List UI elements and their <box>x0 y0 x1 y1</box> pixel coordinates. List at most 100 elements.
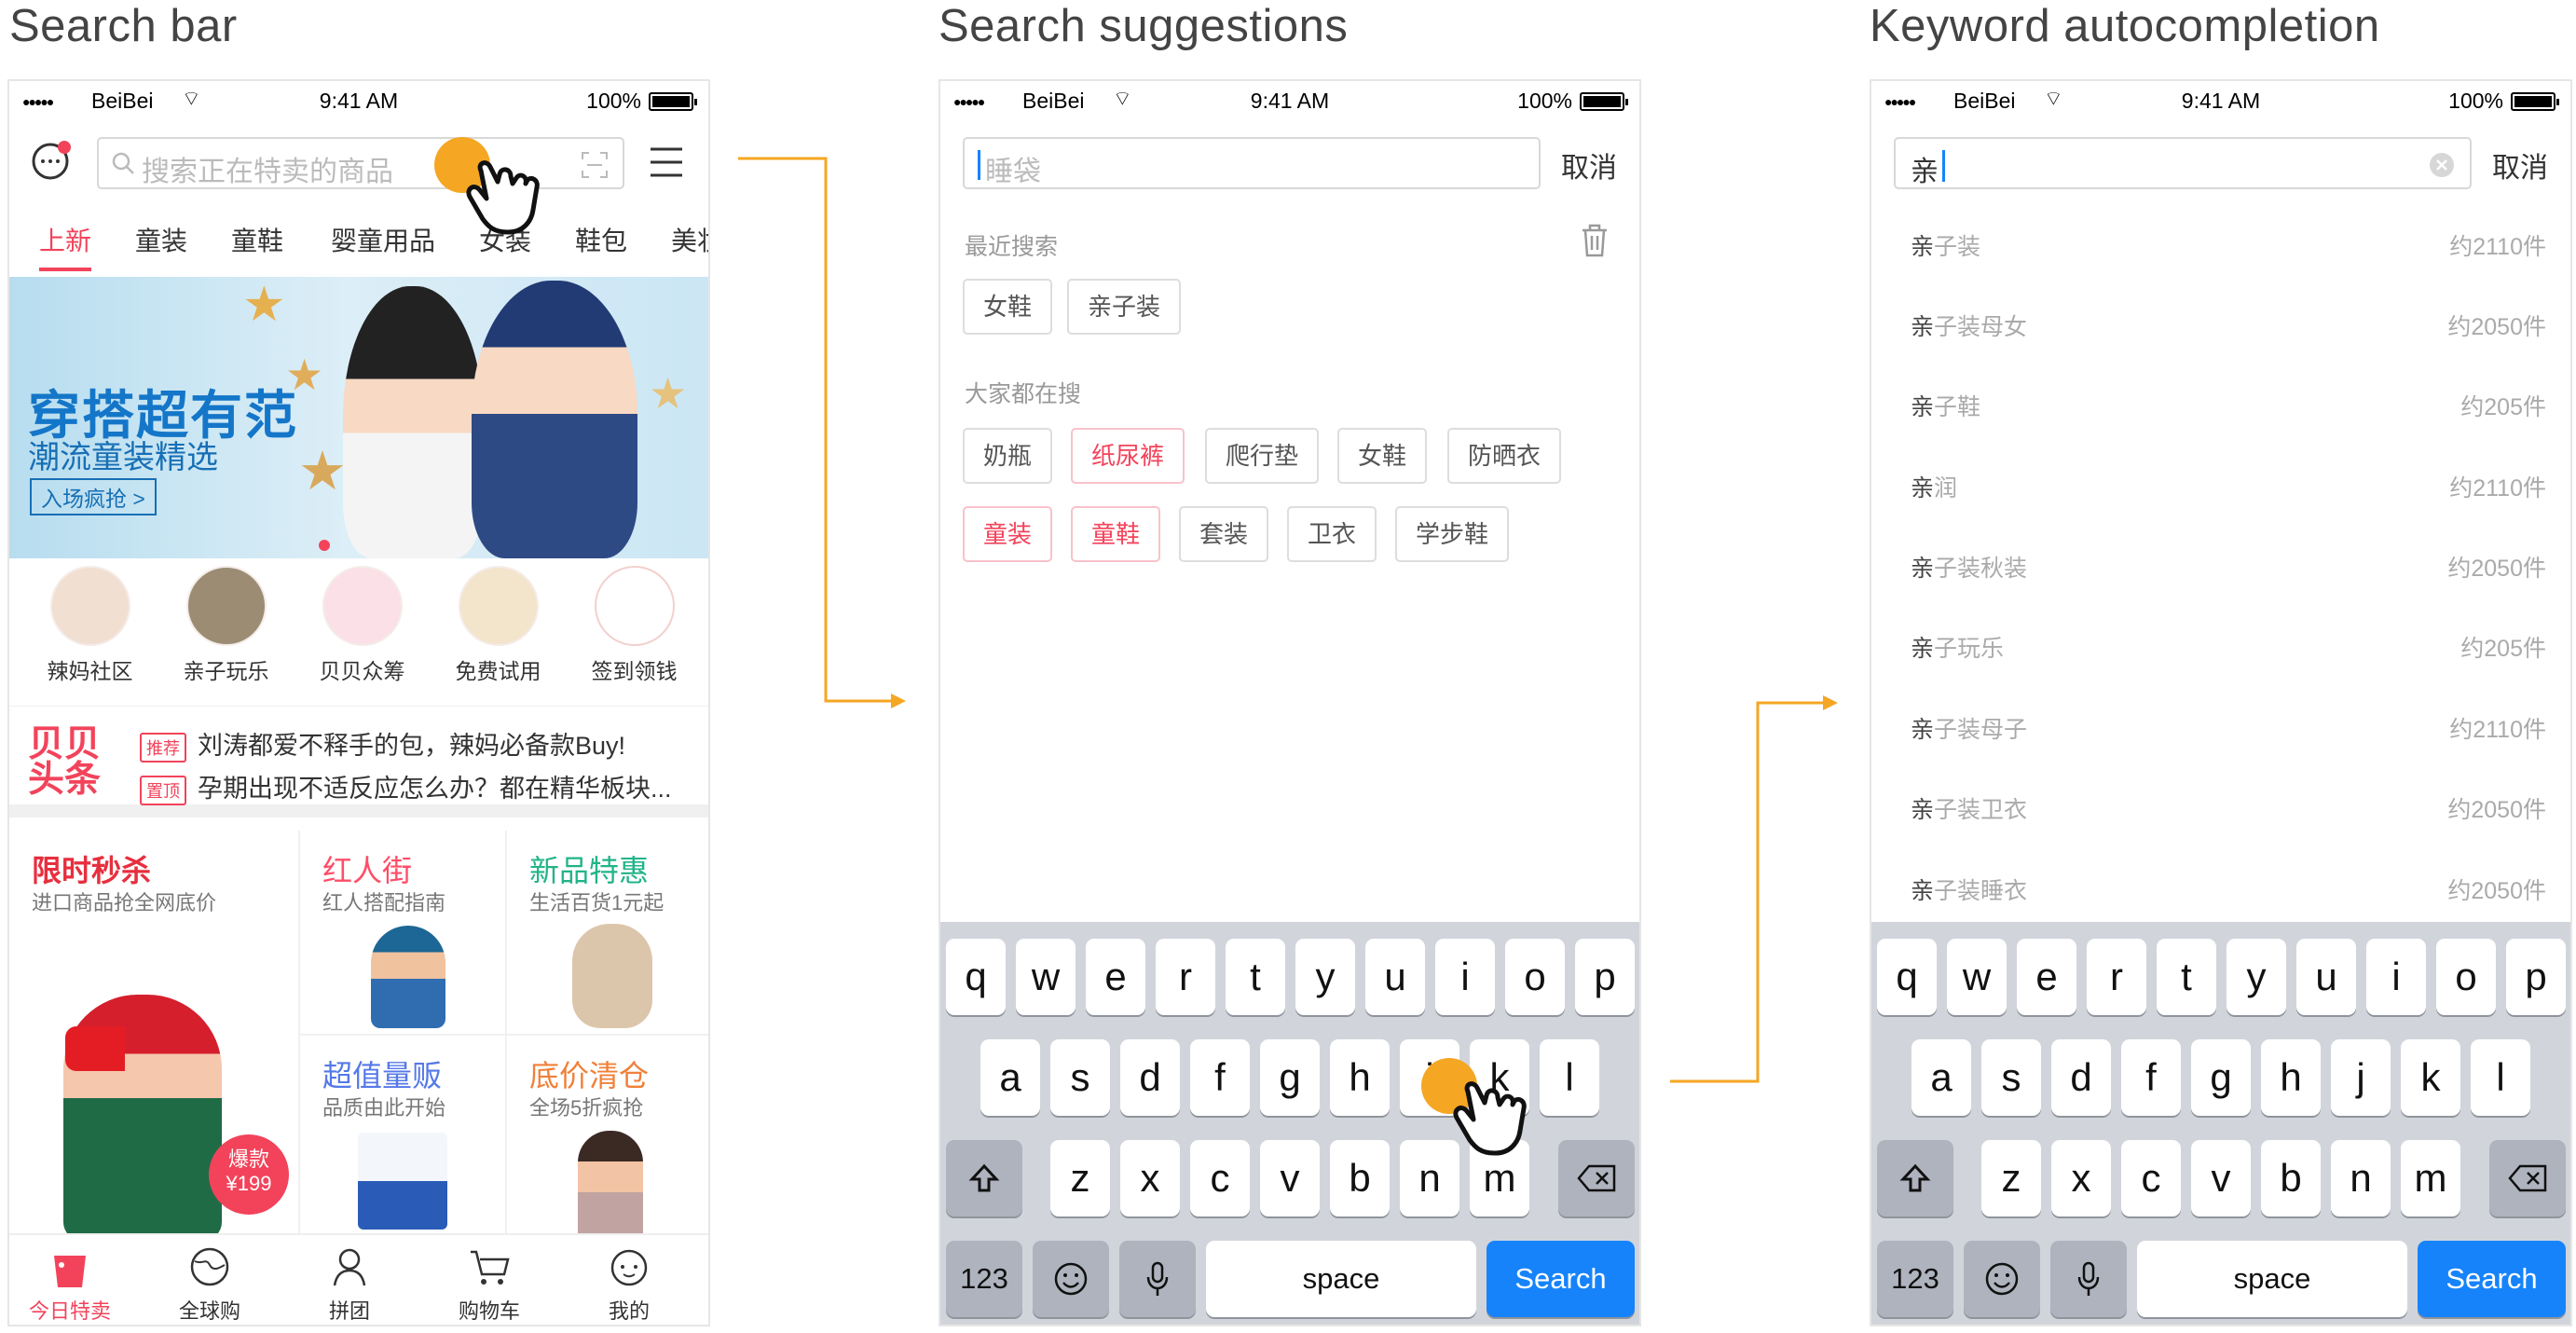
key-f[interactable]: f <box>2121 1039 2181 1116</box>
key-e[interactable]: e <box>2017 939 2076 1015</box>
key-y[interactable]: y <box>1295 939 1355 1015</box>
space-key[interactable]: space <box>1206 1241 1476 1317</box>
nav-today-sale[interactable]: 今日特卖 <box>9 1244 140 1325</box>
tab-kids-shoes[interactable]: 童鞋 <box>231 221 283 258</box>
popular-search-chip[interactable]: 爬行垫 <box>1205 428 1320 484</box>
category-crowdfunding[interactable]: 贝贝众筹 <box>295 566 430 685</box>
tab-beauty[interactable]: 美妆 <box>671 221 708 258</box>
key-n[interactable]: n <box>2331 1140 2391 1216</box>
banner-cta[interactable]: 入场疯抢 > <box>30 478 157 515</box>
key-m[interactable]: m <box>2401 1140 2460 1216</box>
key-t[interactable]: t <box>1226 939 1285 1015</box>
cancel-button[interactable]: 取消 <box>1561 144 1617 186</box>
key-q[interactable]: q <box>1877 939 1937 1015</box>
promo-new-deals[interactable]: 新品特惠 生活百货1元起 <box>507 831 708 1036</box>
number-key[interactable]: 123 <box>946 1241 1022 1317</box>
key-e[interactable]: e <box>1086 939 1145 1015</box>
key-a[interactable]: a <box>980 1039 1040 1116</box>
search-key[interactable]: Search <box>2418 1241 2566 1317</box>
key-q[interactable]: q <box>946 939 1006 1015</box>
key-v[interactable]: v <box>1260 1140 1320 1216</box>
promo-banner[interactable]: 穿搭超有范 潮流童装精选 入场疯抢 > ★ ★ ★ ★ <box>9 277 708 558</box>
scan-icon[interactable] <box>580 150 610 180</box>
promo-bulk-value[interactable]: 超值量贩 品质由此开始 <box>300 1036 507 1241</box>
space-key[interactable]: space <box>2137 1241 2407 1317</box>
key-i[interactable]: i <box>2366 939 2426 1015</box>
news-ticker[interactable]: 贝贝头条 推荐 刘涛都爱不释手的包，辣妈必备款Buy! 置顶 孕期出现不适反应怎么办… <box>9 706 708 818</box>
mic-key[interactable] <box>2050 1241 2127 1317</box>
key-p[interactable]: p <box>1575 939 1635 1015</box>
key-s[interactable]: s <box>1981 1039 2041 1116</box>
key-g[interactable]: g <box>2191 1039 2251 1116</box>
category-checkin-reward[interactable]: 签到领钱 <box>567 566 702 685</box>
key-v[interactable]: v <box>2191 1140 2251 1216</box>
nav-profile[interactable]: 我的 <box>559 1244 699 1325</box>
key-g[interactable]: g <box>1260 1039 1320 1116</box>
clear-icon[interactable] <box>2429 152 2455 178</box>
nav-group-buy[interactable]: 拼团 <box>280 1244 419 1325</box>
key-p[interactable]: p <box>2506 939 2566 1015</box>
nav-global-shop[interactable]: 全球购 <box>140 1244 280 1325</box>
news-item[interactable]: 推荐 刘涛都爱不释手的包，辣妈必备款Buy! <box>140 725 625 763</box>
key-x[interactable]: x <box>1120 1140 1180 1216</box>
autocomplete-item[interactable]: 亲子玩乐 约205件 <box>1871 604 2570 684</box>
autocomplete-item[interactable]: 亲子鞋 约205件 <box>1871 363 2570 443</box>
key-x[interactable]: x <box>2051 1140 2111 1216</box>
key-u[interactable]: u <box>2296 939 2356 1015</box>
mic-key[interactable] <box>1119 1241 1196 1317</box>
category-free-trial[interactable]: 免费试用 <box>431 566 566 685</box>
cancel-button[interactable]: 取消 <box>2492 144 2548 186</box>
autocomplete-item[interactable]: 亲子装 约2110件 <box>1871 202 2570 282</box>
tab-baby-products[interactable]: 婴童用品 <box>331 221 435 258</box>
popular-search-chip[interactable]: 奶瓶 <box>963 428 1053 484</box>
nav-cart[interactable]: 购物车 <box>419 1244 559 1325</box>
autocomplete-item[interactable]: 亲润 约2110件 <box>1871 444 2570 524</box>
key-h[interactable]: h <box>1330 1039 1390 1116</box>
recent-search-chip[interactable]: 亲子装 <box>1067 279 1182 335</box>
promo-flash-sale[interactable]: 限时秒杀 进口商品抢全网底价 爆款 ¥199 <box>9 831 300 1241</box>
autocomplete-item[interactable]: 亲子装母子 约2110件 <box>1871 685 2570 765</box>
popular-search-chip[interactable]: 纸尿裤 <box>1071 428 1185 484</box>
popular-search-chip[interactable]: 卫衣 <box>1287 506 1377 562</box>
shift-key[interactable] <box>1877 1140 1953 1216</box>
shift-key[interactable] <box>946 1140 1022 1216</box>
key-r[interactable]: r <box>1156 939 1215 1015</box>
key-l[interactable]: l <box>1540 1039 1599 1116</box>
message-icon[interactable] <box>30 141 71 182</box>
key-c[interactable]: c <box>2121 1140 2181 1216</box>
emoji-key[interactable] <box>1033 1241 1109 1317</box>
key-d[interactable]: d <box>1120 1039 1180 1116</box>
key-k[interactable]: k <box>2401 1039 2460 1116</box>
key-z[interactable]: z <box>1981 1140 2041 1216</box>
key-d[interactable]: d <box>2051 1039 2111 1116</box>
number-key[interactable]: 123 <box>1877 1241 1953 1317</box>
popular-search-chip[interactable]: 套装 <box>1179 506 1269 562</box>
search-input[interactable]: 睡袋 <box>963 137 1541 189</box>
autocomplete-item[interactable]: 亲子装睡衣 约2050件 <box>1871 846 2570 927</box>
menu-icon[interactable] <box>649 146 684 178</box>
key-t[interactable]: t <box>2157 939 2216 1015</box>
popular-search-chip[interactable]: 学步鞋 <box>1395 506 1510 562</box>
key-o[interactable]: o <box>1505 939 1565 1015</box>
key-f[interactable]: f <box>1190 1039 1250 1116</box>
key-j[interactable]: j <box>2331 1039 2391 1116</box>
tab-new[interactable]: 上新 <box>39 221 92 271</box>
backspace-key[interactable] <box>1558 1140 1635 1216</box>
promo-influencer-street[interactable]: 红人街 红人搭配指南 <box>300 831 507 1036</box>
key-a[interactable]: a <box>1911 1039 1971 1116</box>
key-b[interactable]: b <box>2261 1140 2321 1216</box>
popular-search-chip[interactable]: 童装 <box>963 506 1053 562</box>
autocomplete-item[interactable]: 亲子装卫衣 约2050件 <box>1871 765 2570 845</box>
key-u[interactable]: u <box>1365 939 1425 1015</box>
recent-search-chip[interactable]: 女鞋 <box>963 279 1053 335</box>
category-moms-community[interactable]: 辣妈社区 <box>22 566 158 685</box>
popular-search-chip[interactable]: 女鞋 <box>1337 428 1428 484</box>
key-r[interactable]: r <box>2087 939 2146 1015</box>
key-w[interactable]: w <box>1016 939 1076 1015</box>
search-key[interactable]: Search <box>1487 1241 1635 1317</box>
tab-bags-shoes[interactable]: 鞋包 <box>575 221 627 258</box>
autocomplete-item[interactable]: 亲子装秋装 约2050件 <box>1871 524 2570 604</box>
key-s[interactable]: s <box>1050 1039 1110 1116</box>
news-item[interactable]: 置顶 孕期出现不适反应怎么办？都在精华板块... <box>140 768 672 805</box>
emoji-key[interactable] <box>1964 1241 2040 1317</box>
